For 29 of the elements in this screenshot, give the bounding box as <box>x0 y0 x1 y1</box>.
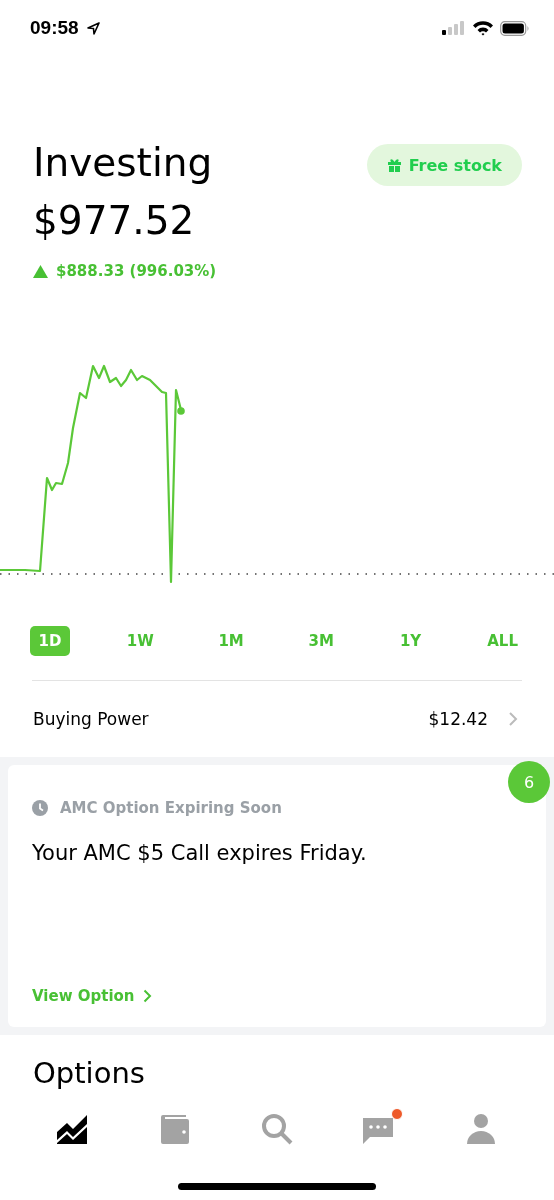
chevron-right-icon[interactable] <box>508 711 518 727</box>
count-badge: 6 <box>508 761 550 803</box>
wallet-tab-icon[interactable] <box>160 1114 190 1144</box>
account-tab-icon[interactable] <box>466 1113 496 1145</box>
location-icon <box>86 21 100 35</box>
gain-text: $888.33 (996.03%) <box>0 246 554 280</box>
wifi-icon <box>472 20 494 36</box>
status-time: 09:58 <box>30 17 79 39</box>
free-stock-button[interactable]: Free stock <box>366 144 522 186</box>
gift-icon <box>386 157 402 173</box>
section-heading: Options <box>32 1055 146 1091</box>
chart-tab-icon[interactable] <box>57 1114 89 1144</box>
clock-icon <box>32 800 48 816</box>
range-tab[interactable]: 1Y <box>390 626 431 656</box>
chevron-right-icon <box>142 989 152 1003</box>
range-tab[interactable]: 3M <box>300 626 342 656</box>
signal-icon <box>442 21 466 35</box>
buying-power-label: Buying Power <box>33 709 149 729</box>
portfolio-value: $977.52 <box>33 197 196 245</box>
search-tab-icon[interactable] <box>261 1113 293 1145</box>
card-title: AMC Option Expiring Soon <box>60 799 282 817</box>
range-tab[interactable]: 1W <box>118 626 162 656</box>
range-tab[interactable]: 1M <box>210 626 252 656</box>
view-option-link[interactable]: View Option <box>32 987 152 1005</box>
buying-power-value: $12.42 <box>428 709 488 729</box>
range-tab[interactable]: ALL <box>479 626 526 656</box>
card-message: Your AMC $5 Call expires Friday. <box>32 841 368 865</box>
page-title: Investing <box>33 139 214 187</box>
range-tab[interactable]: 1D <box>30 626 70 656</box>
